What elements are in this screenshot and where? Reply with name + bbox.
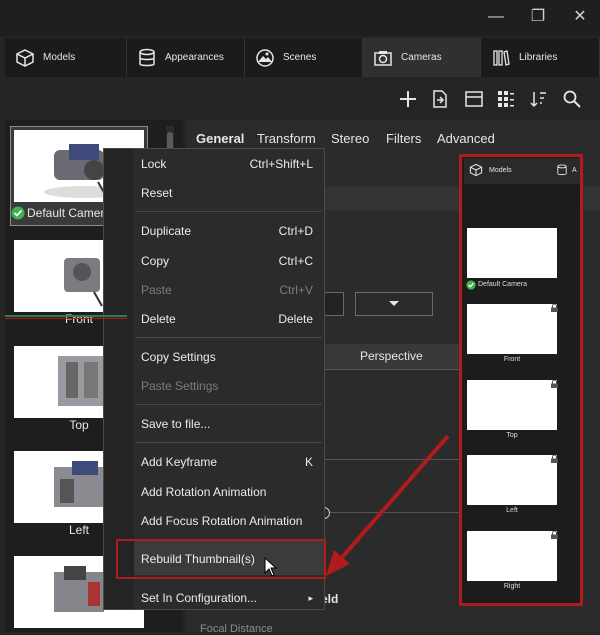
menu-item-copy-settings[interactable]: Copy Settings [141,347,313,367]
check-icon [11,206,25,220]
menu-item-add-rotation-animation[interactable]: Add Rotation Animation [141,482,313,502]
sort-icon[interactable] [528,89,548,109]
menu-separator [136,337,322,338]
add-icon[interactable] [398,89,418,109]
tab-stereo[interactable]: Stereo [331,131,369,146]
projection-label: Perspective [360,349,423,363]
tab-label: Cameras [401,52,442,63]
menu-label: Set In Configuration... [141,591,258,605]
cube-icon [16,48,34,67]
menu-item-paste[interactable]: Paste Ctrl+V [141,280,313,300]
menu-label: Reset [141,186,173,200]
grid-icon[interactable] [496,89,516,109]
menu-label: Lock [141,157,167,171]
preview-callout-box [459,154,583,606]
submenu-arrow-icon: ▸ [308,593,313,603]
drop-indicator-shadow [5,318,127,319]
tab-label: Models [43,52,76,63]
menu-label: Copy [141,254,170,268]
minimize-button[interactable]: — [484,6,508,28]
tab-label: Scenes [283,52,317,63]
menu-shortcut: Ctrl+C [278,254,313,268]
tab-cameras[interactable]: Cameras [363,38,481,77]
menu-label: Add Rotation Animation [141,485,267,499]
search-icon[interactable] [562,89,582,109]
menu-item-copy[interactable]: Copy Ctrl+C [141,251,313,271]
red-arrow [326,434,450,576]
main-tab-strip: Models Appearances Scenes Cameras Librar… [5,38,600,77]
mouse-cursor-icon [264,557,278,577]
menu-item-paste-settings[interactable]: Paste Settings [141,376,313,396]
tab-appearances[interactable]: Appearances [127,38,245,77]
menu-shortcut: Ctrl+V [279,283,313,297]
database-icon [139,48,155,66]
restore-button[interactable]: ❐ [526,6,550,28]
menu-label: Paste Settings [141,379,219,393]
tab-advanced[interactable]: Advanced [437,131,495,146]
layout-icon[interactable] [464,89,484,109]
books-icon [493,49,510,66]
menu-label: Add Keyframe [141,455,218,469]
landscape-icon [256,48,274,67]
menu-item-reset[interactable]: Reset [141,183,313,203]
menu-label: Add Focus Rotation Animation [141,514,303,528]
drop-indicator [5,315,127,317]
chevron-down-icon [389,301,399,306]
close-button[interactable]: ✕ [568,6,592,28]
menu-shortcut: K [304,455,313,469]
menu-item-set-in-configuration[interactable]: Set In Configuration... ▸ [141,588,313,608]
tab-scenes[interactable]: Scenes [245,38,363,77]
menu-item-lock[interactable]: Lock Ctrl+Shift+L [141,154,313,174]
tab-filters[interactable]: Filters [386,131,421,146]
projection-selector[interactable]: Perspective [324,344,464,370]
value-field[interactable] [324,292,344,316]
menu-item-delete[interactable]: Delete Delete [141,309,313,329]
menu-item-save-to-file[interactable]: Save to file... [141,414,313,434]
menu-label: Save to file... [141,417,211,431]
menu-separator [136,404,322,405]
camera-icon [374,50,392,66]
menu-item-add-keyframe[interactable]: Add Keyframe K [141,452,313,472]
tab-models[interactable]: Models [5,38,127,77]
focal-distance-label: Focal Distance [200,623,273,635]
title-bar: — ❐ ✕ [0,0,600,36]
menu-item-add-focus-rotation-animation[interactable]: Add Focus Rotation Animation [141,511,313,531]
menu-separator [136,211,322,212]
tab-label: Libraries [519,52,558,63]
tab-general[interactable]: General [196,131,244,146]
menu-label: Delete [141,312,176,326]
menu-label: Paste [141,283,172,297]
camera-toolbar [186,82,600,116]
menu-item-duplicate[interactable]: Duplicate Ctrl+D [141,221,313,241]
menu-shortcut: Ctrl+Shift+L [249,157,313,171]
import-icon[interactable] [430,89,450,109]
tab-label: Appearances [165,52,224,63]
menu-label: Copy Settings [141,350,216,364]
menu-separator [136,442,322,443]
rebuild-callout-box [116,539,326,579]
menu-label: Duplicate [141,224,192,238]
menu-shortcut: Ctrl+D [278,224,313,238]
tab-libraries[interactable]: Libraries [481,38,600,77]
tab-transform[interactable]: Transform [257,131,316,146]
menu-shortcut: Delete [278,312,313,326]
dropdown-button[interactable] [355,292,433,316]
